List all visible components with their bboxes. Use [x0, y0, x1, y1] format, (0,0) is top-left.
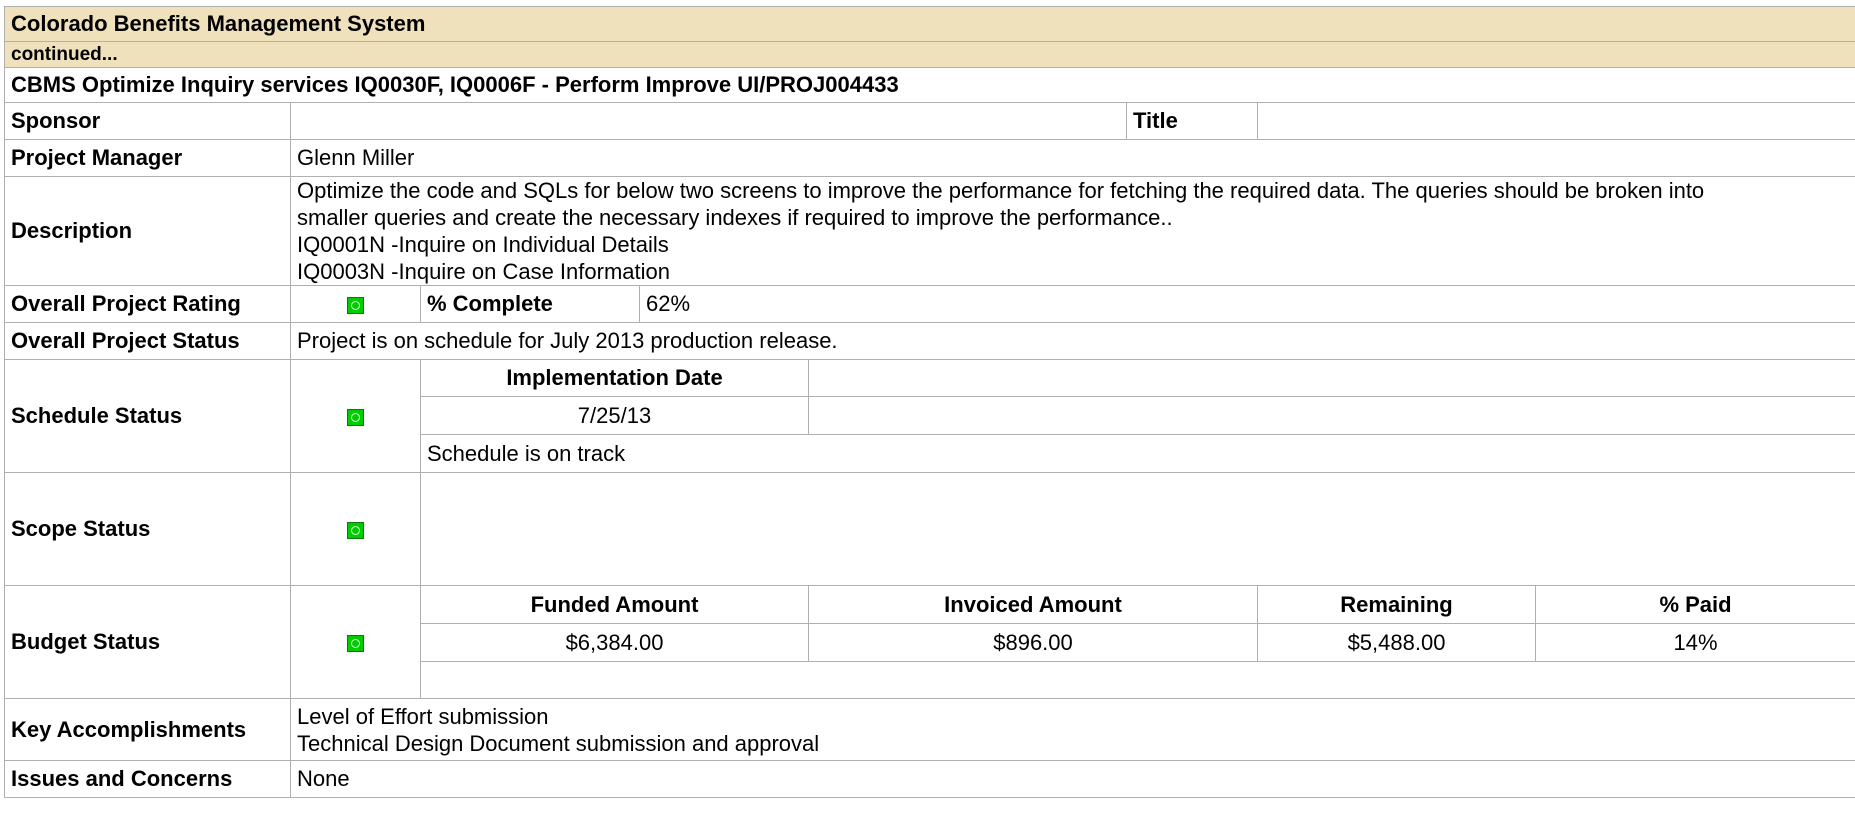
- percent-paid-value: 14%: [1534, 623, 1855, 662]
- remaining-value: $5,488.00: [1257, 623, 1536, 662]
- continued-label: continued...: [3, 41, 1855, 68]
- description-text: Optimize the code and SQLs for below two…: [297, 178, 1705, 230]
- funded-amount-value: $6,384.00: [420, 623, 809, 662]
- issues-concerns-value: None: [289, 760, 1855, 798]
- status-green-icon: [347, 296, 364, 314]
- project-manager-label: Project Manager: [4, 139, 291, 177]
- description-value: Optimize the code and SQLs for below two…: [289, 176, 1855, 286]
- implementation-date-value: 7/25/13: [420, 396, 809, 435]
- schedule-blank: [807, 359, 1855, 397]
- key-accomplishments-label: Key Accomplishments: [4, 698, 291, 761]
- percent-paid-header: % Paid: [1534, 585, 1855, 624]
- status-report: Colorado Benefits Management System cont…: [3, 6, 1855, 798]
- overall-status-label: Overall Project Status: [4, 322, 291, 360]
- scope-indicator-cell: [290, 472, 421, 586]
- schedule-note: Schedule is on track: [419, 434, 1855, 473]
- description-item: IQ0003N -Inquire on Case Information: [297, 259, 670, 284]
- key-accomplishments-value: Level of Effort submission Technical Des…: [289, 698, 1855, 761]
- accomplishment-item: Technical Design Document submission and…: [297, 730, 820, 756]
- percent-complete-label: % Complete: [420, 285, 640, 323]
- sponsor-label: Sponsor: [4, 102, 291, 140]
- status-green-icon: [347, 634, 364, 652]
- status-green-icon: [347, 408, 364, 426]
- funded-amount-header: Funded Amount: [420, 585, 809, 624]
- budget-notes: [419, 661, 1855, 699]
- schedule-blank: [807, 396, 1855, 435]
- budget-status-label: Budget Status: [4, 585, 291, 699]
- project-title: CBMS Optimize Inquiry services IQ0030F, …: [3, 67, 1855, 103]
- overall-rating-label: Overall Project Rating: [4, 285, 291, 323]
- issues-concerns-label: Issues and Concerns: [4, 760, 291, 798]
- description-label: Description: [4, 176, 291, 286]
- budget-indicator-cell: [290, 585, 421, 699]
- description-item: IQ0001N -Inquire on Individual Details: [297, 232, 669, 257]
- project-status-table: Colorado Benefits Management System cont…: [3, 6, 1855, 798]
- implementation-date-header: Implementation Date: [420, 359, 809, 397]
- schedule-indicator-cell: [290, 359, 421, 473]
- invoiced-amount-value: $896.00: [808, 623, 1258, 662]
- remaining-header: Remaining: [1257, 585, 1536, 624]
- project-manager-value: Glenn Miller: [289, 139, 1855, 177]
- sponsor-value: [290, 102, 1127, 140]
- overall-rating-cell: [290, 285, 421, 323]
- invoiced-amount-header: Invoiced Amount: [808, 585, 1258, 624]
- title-value: [1256, 102, 1855, 140]
- title-label: Title: [1126, 102, 1258, 140]
- scope-notes: [419, 472, 1855, 586]
- schedule-status-label: Schedule Status: [4, 359, 291, 473]
- accomplishment-item: Level of Effort submission: [297, 703, 549, 729]
- system-title: Colorado Benefits Management System: [3, 6, 1855, 42]
- percent-complete-value: 62%: [638, 285, 1855, 323]
- overall-status-value: Project is on schedule for July 2013 pro…: [289, 322, 1855, 360]
- scope-status-label: Scope Status: [4, 472, 291, 586]
- status-green-icon: [347, 521, 364, 539]
